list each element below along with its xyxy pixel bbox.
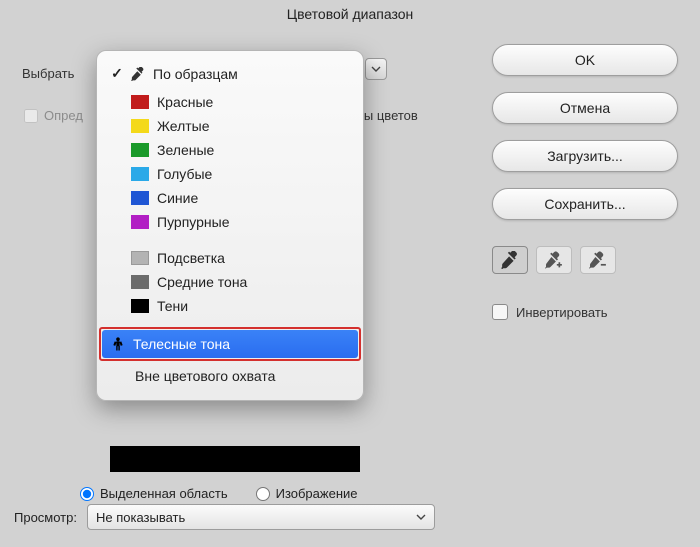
dropdown-item-color[interactable]: Голубые bbox=[97, 162, 363, 186]
dropdown-item-color[interactable]: Желтые bbox=[97, 114, 363, 138]
dropdown-item-label: Красные bbox=[157, 94, 213, 110]
invert-checkbox-row[interactable]: Инвертировать bbox=[492, 304, 678, 320]
color-swatch bbox=[131, 119, 149, 133]
dropdown-item-label: Пурпурные bbox=[157, 214, 229, 230]
dropdown-item-label: Голубые bbox=[157, 166, 212, 182]
color-swatch bbox=[131, 95, 149, 109]
dropdown-item-label: По образцам bbox=[153, 66, 238, 82]
save-button[interactable]: Сохранить... bbox=[492, 188, 678, 220]
dialog-title: Цветовой диапазон bbox=[0, 0, 700, 28]
dropdown-item-label: Телесные тона bbox=[133, 336, 230, 352]
select-label: Выбрать bbox=[22, 66, 74, 81]
eyedropper-add-tool[interactable] bbox=[536, 246, 572, 274]
dropdown-item-color[interactable]: Синие bbox=[97, 186, 363, 210]
tone-swatch bbox=[131, 251, 149, 265]
color-swatch bbox=[131, 215, 149, 229]
dropdown-item-label: Подсветка bbox=[157, 250, 225, 266]
dropdown-item-skin-tones[interactable]: Телесные тона bbox=[102, 330, 358, 358]
dropdown-item-out-of-gamut[interactable]: Вне цветового охвата bbox=[97, 358, 363, 386]
button-panel: OK Отмена Загрузить... Сохранить... Инве… bbox=[492, 44, 678, 320]
preview-select[interactable]: Не показывать bbox=[87, 504, 435, 530]
dropdown-item-color[interactable]: Красные bbox=[97, 90, 363, 114]
cancel-button[interactable]: Отмена bbox=[492, 92, 678, 124]
dropdown-item-label: Зеленые bbox=[157, 142, 214, 158]
select-dropdown-trigger[interactable] bbox=[365, 58, 387, 80]
eyedropper-subtract-tool[interactable] bbox=[580, 246, 616, 274]
dropdown-item-tone[interactable]: Подсветка bbox=[97, 246, 363, 270]
invert-label: Инвертировать bbox=[516, 305, 608, 320]
eyedropper-tools bbox=[492, 246, 678, 274]
radio-image[interactable]: Изображение bbox=[256, 486, 358, 501]
preview-select-row: Просмотр: Не показывать bbox=[14, 504, 435, 530]
tone-swatch bbox=[131, 299, 149, 313]
color-swatch bbox=[131, 167, 149, 181]
preview-mode-radios: Выделенная область Изображение bbox=[80, 486, 358, 501]
dropdown-item-label: Синие bbox=[157, 190, 198, 206]
detect-faces-checkbox bbox=[24, 109, 38, 123]
preview-select-value: Не показывать bbox=[96, 510, 185, 525]
chevron-down-icon bbox=[416, 512, 426, 522]
invert-checkbox[interactable] bbox=[492, 304, 508, 320]
detect-faces-checkbox-row: Опред bbox=[24, 108, 83, 123]
person-icon bbox=[111, 337, 125, 351]
dropdown-item-label: Тени bbox=[157, 298, 188, 314]
selection-preview bbox=[110, 446, 360, 472]
preview-label: Просмотр: bbox=[14, 510, 77, 525]
color-swatch bbox=[131, 191, 149, 205]
tone-swatch bbox=[131, 275, 149, 289]
radio-selection[interactable]: Выделенная область bbox=[80, 486, 228, 501]
dropdown-item-label: Средние тона bbox=[157, 274, 247, 290]
checkmark-icon: ✓ bbox=[111, 65, 123, 82]
dropdown-item-color[interactable]: Пурпурные bbox=[97, 210, 363, 234]
select-dropdown-popup: ✓ По образцам Красные Желтые Зеленые Голубы… bbox=[96, 50, 364, 401]
detect-faces-label: Опред bbox=[44, 108, 83, 123]
eyedropper-icon bbox=[131, 67, 145, 81]
dropdown-item-sampled[interactable]: ✓ По образцам bbox=[97, 59, 363, 90]
dropdown-item-color[interactable]: Зеленые bbox=[97, 138, 363, 162]
color-swatch bbox=[131, 143, 149, 157]
chevron-down-icon bbox=[371, 64, 381, 74]
dropdown-item-tone[interactable]: Средние тона bbox=[97, 270, 363, 294]
dropdown-item-tone[interactable]: Тени bbox=[97, 294, 363, 318]
dropdown-item-label: Желтые bbox=[157, 118, 210, 134]
load-button[interactable]: Загрузить... bbox=[492, 140, 678, 172]
eyedropper-tool[interactable] bbox=[492, 246, 528, 274]
ok-button[interactable]: OK bbox=[492, 44, 678, 76]
